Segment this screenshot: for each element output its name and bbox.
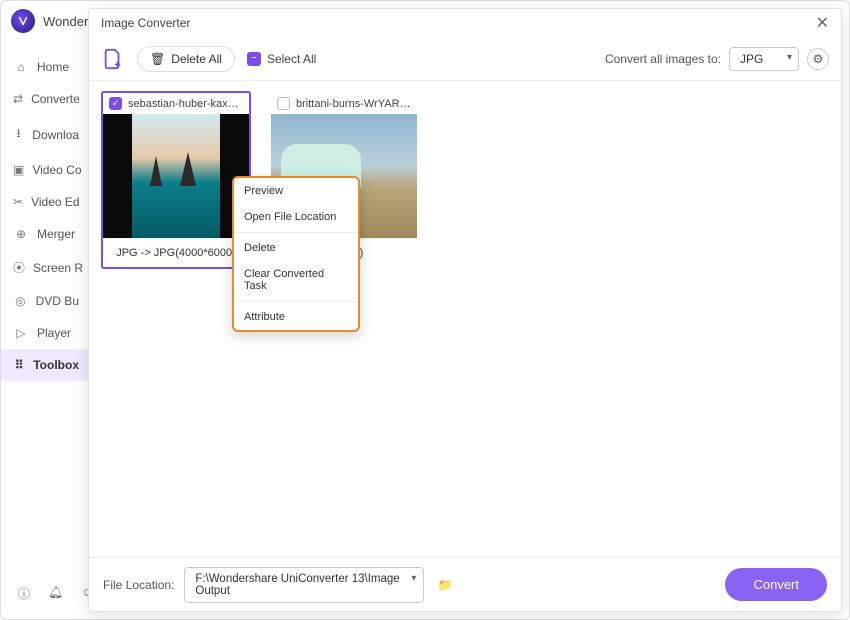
scissors-icon: ✂ [13,195,23,209]
image-converter-modal: Image Converter ✕ 🗑 Delete All − Select … [88,8,842,612]
ctx-separator [234,232,358,233]
sidebar-item-label: Downloa [32,128,79,142]
sidebar-item-video-compressor[interactable]: ▣ Video Co [1,154,91,186]
folder-icon: 📁 [438,578,453,592]
image-checkbox[interactable] [277,97,290,110]
sidebar-item-player[interactable]: ▷ Player [1,317,91,349]
convert-to-label: Convert all images to: [605,52,721,66]
play-icon: ▷ [13,326,29,340]
sidebar-item-label: Home [37,60,69,74]
sidebar-item-label: Toolbox [33,358,79,372]
modal-header: Image Converter ✕ [89,9,841,37]
help-icon[interactable]: ⓘ [18,585,30,602]
toolbar-right: Convert all images to: JPG ⚙ [605,47,829,71]
image-checkbox[interactable]: ✓ [109,97,122,110]
bell-icon[interactable]: 🔔︎ [48,585,63,602]
merge-icon: ⊕ [13,227,29,241]
home-icon: ⌂ [13,60,29,74]
file-location-label: File Location: [103,578,174,592]
add-file-icon[interactable] [101,47,125,71]
sidebar-item-label: Video Ed [31,195,80,209]
image-card[interactable]: ✓ sebastian-huber-kax6gD... JPG -> JPG(4… [101,91,251,269]
video-icon: ▣ [13,163,24,177]
sidebar-item-dvd-burner[interactable]: ◎ DVD Bu [1,285,91,317]
ctx-delete[interactable]: Delete [234,235,358,261]
context-menu: Preview Open File Location Delete Clear … [232,176,360,332]
disc-icon: ◎ [13,294,28,308]
sidebar-item-converter[interactable]: ⇄ Converte [1,83,91,115]
sidebar-item-downloader[interactable]: ⭳ Downloa [1,115,91,154]
file-location-select[interactable]: F:\Wondershare UniConverter 13\Image Out… [184,567,424,603]
download-icon: ⭳ [13,124,24,145]
sidebar-item-label: Player [37,326,71,340]
close-icon[interactable]: ✕ [816,13,829,33]
image-meta: JPG -> JPG(4000*6000) [103,238,249,267]
app-logo [11,9,35,33]
format-current: JPG [740,52,763,66]
settings-button[interactable]: ⚙ [807,48,829,70]
sidebar-item-label: Video Co [32,163,81,177]
record-icon: ⦿ [13,259,25,276]
modal-toolbar: 🗑 Delete All − Select All Convert all im… [89,37,841,81]
ctx-open-file-location[interactable]: Open File Location [234,204,358,230]
app-name: Wonder [43,14,88,29]
sidebar: ⌂ Home ⇄ Converte ⭳ Downloa ▣ Video Co ✂ Vide… [1,41,91,619]
select-all-button[interactable]: − Select All [247,52,316,66]
open-folder-button[interactable]: 📁 [434,574,456,596]
ctx-attribute[interactable]: Attribute [234,304,358,330]
trash-icon: 🗑 [150,52,165,66]
image-filename: brittani-burns-WrYAR-yD... [296,98,411,110]
delete-all-label: Delete All [171,52,222,66]
sidebar-item-label: Converte [31,92,80,106]
sidebar-item-home[interactable]: ⌂ Home [1,51,91,83]
sidebar-item-video-editor[interactable]: ✂ Video Ed [1,186,91,218]
ctx-preview[interactable]: Preview [234,178,358,204]
sidebar-item-label: DVD Bu [36,294,79,308]
ctx-separator [234,301,358,302]
sidebar-item-merger[interactable]: ⊕ Merger [1,218,91,250]
convert-icon: ⇄ [13,92,23,106]
ctx-clear-converted[interactable]: Clear Converted Task [234,261,358,299]
image-card-header: ✓ sebastian-huber-kax6gD... [103,93,249,114]
delete-all-button[interactable]: 🗑 Delete All [137,46,235,72]
file-location-value: F:\Wondershare UniConverter 13\Image Out… [195,573,399,597]
convert-button[interactable]: Convert [725,568,827,601]
convert-label: Convert [753,577,799,592]
image-thumbnail [103,114,249,238]
modal-footer: File Location: F:\Wondershare UniConvert… [89,557,841,611]
format-select[interactable]: JPG [729,47,799,71]
sidebar-item-toolbox[interactable]: ⠿ Toolbox [1,349,91,381]
gear-icon: ⚙ [813,52,824,66]
image-card-header: brittani-burns-WrYAR-yD... [271,93,417,114]
sidebar-item-label: Merger [37,227,75,241]
image-filename: sebastian-huber-kax6gD... [128,98,243,110]
modal-body: ✓ sebastian-huber-kax6gD... JPG -> JPG(4… [89,81,841,557]
select-all-label: Select All [267,52,316,66]
grid-icon: ⠿ [13,358,25,372]
select-all-checkbox-icon: − [247,52,261,66]
bottom-icons: ⓘ 🔔︎ ☺ [18,585,94,602]
sidebar-item-screen-recorder[interactable]: ⦿ Screen R [1,250,91,285]
modal-title: Image Converter [101,16,190,30]
sidebar-item-label: Screen R [33,261,83,275]
